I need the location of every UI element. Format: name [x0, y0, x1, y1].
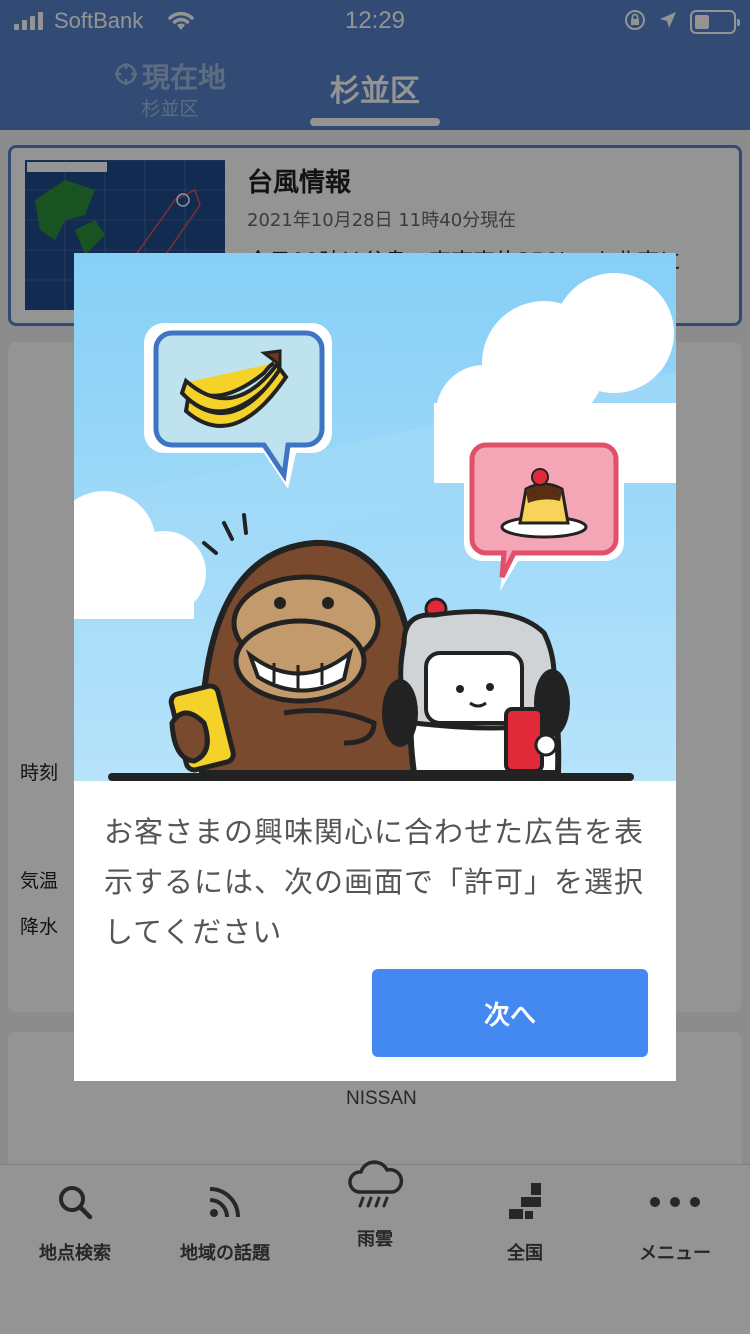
- next-button[interactable]: 次へ: [372, 969, 648, 1057]
- mascot-illustration: [74, 253, 676, 783]
- tracking-permission-dialog: お客さまの興味関心に合わせた広告を表示するには、次の画面で「許可」を選択してくだ…: [74, 253, 676, 1081]
- dialog-message: お客さまの興味関心に合わせた広告を表示するには、次の画面で「許可」を選択してくだ…: [104, 815, 645, 949]
